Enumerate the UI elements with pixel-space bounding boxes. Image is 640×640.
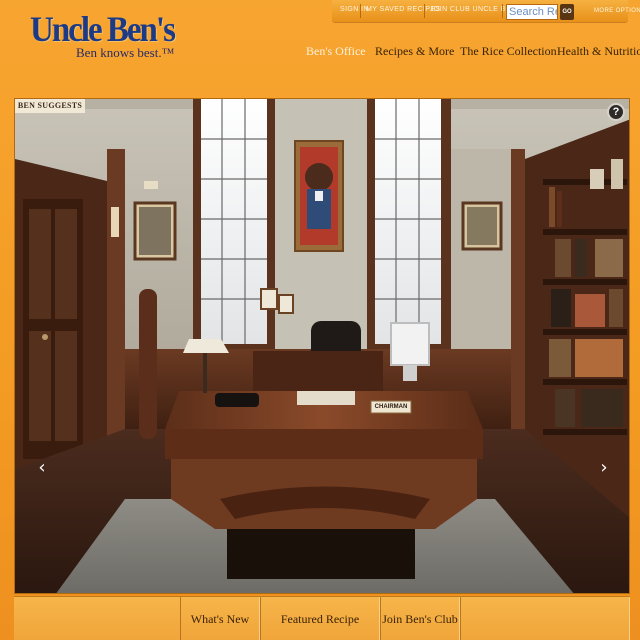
chevron-left-icon[interactable]: ‹ — [35, 457, 49, 479]
chevron-right-icon[interactable]: › — [597, 457, 611, 479]
featured-recipe-link[interactable]: Featured Recipe — [260, 597, 380, 640]
bottom-promo-bar: What's New Featured Recipe Join Ben's Cl… — [14, 596, 630, 640]
utility-bar: SIGN IN MY SAVED RECIPES JOIN CLUB UNCLE… — [332, 0, 640, 22]
utility-divider — [360, 4, 361, 18]
promo-cell — [460, 597, 630, 640]
search-input[interactable]: Search Re — [506, 4, 558, 20]
utility-divider — [502, 4, 503, 18]
whats-new-link[interactable]: What's New — [180, 597, 260, 640]
ben-suggests-tab[interactable]: BEN SUGGESTS — [15, 99, 85, 113]
main-nav: Ben's Office Recipes & More The Rice Col… — [0, 44, 640, 62]
utility-divider — [424, 4, 425, 18]
nav-item-health-nutrition[interactable]: Health & Nutrition — [557, 44, 640, 59]
nav-item-recipes[interactable]: Recipes & More — [375, 44, 454, 59]
join-bens-club-link[interactable]: Join Ben's Club — [380, 597, 460, 640]
help-icon[interactable]: ? — [607, 103, 625, 121]
nav-item-rice-collection[interactable]: The Rice Collection — [460, 44, 557, 59]
search-go-button[interactable]: GO — [560, 4, 574, 20]
nav-item-bens-office[interactable]: Ben's Office — [306, 44, 366, 59]
office-illustration — [15, 99, 629, 593]
sign-in-link[interactable]: SIGN IN — [340, 6, 369, 17]
more-options-link[interactable]: MORE OPTIONS ▸ — [594, 7, 640, 18]
office-scene: CHAIRMAN BEN SUGGESTS ? ‹ › — [14, 98, 630, 594]
desk-nameplate: CHAIRMAN — [374, 404, 408, 410]
